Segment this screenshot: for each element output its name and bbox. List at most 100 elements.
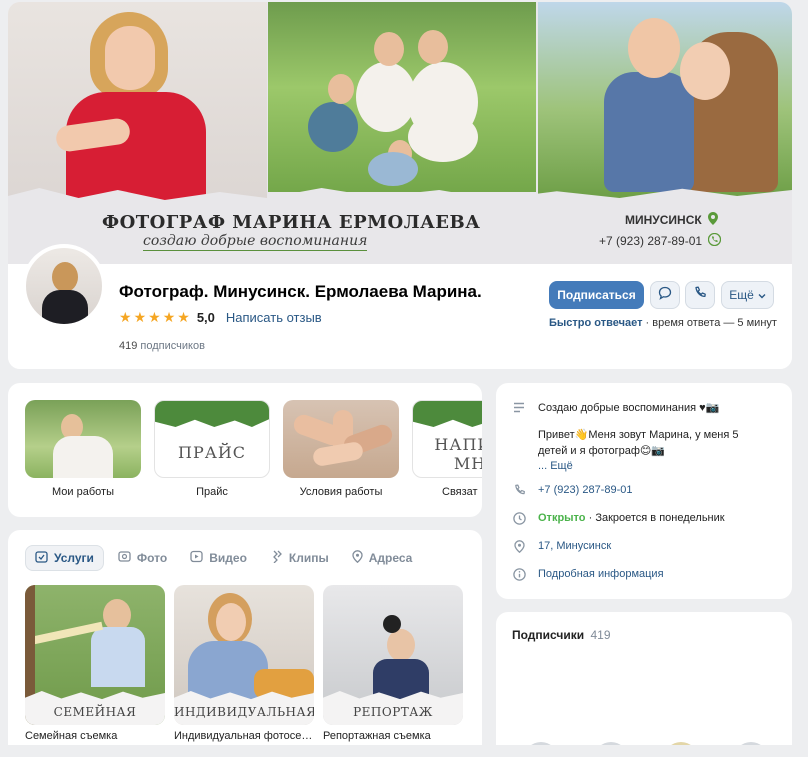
cover-title: ФОТОГРАФ МАРИНА ЕРМОЛАЕВА: [102, 212, 481, 233]
link-label: Прайс: [196, 486, 228, 498]
closes-text: · Закроется в понедельник: [588, 512, 725, 524]
tab-photo[interactable]: Фото: [109, 545, 176, 571]
cover-phone: +7 (923) 287-89-01: [599, 232, 722, 249]
description-text: Создаю добрые воспоминания ♥📷 Привет👋Мен…: [538, 401, 768, 475]
address-text: 17, Минусинск: [538, 540, 612, 552]
subscribers-title-count: 419: [590, 628, 611, 642]
rating-value: 5,0: [196, 310, 215, 325]
service-image: СЕМЕЙНАЯ: [25, 585, 165, 725]
phone-icon: [693, 286, 707, 305]
description-line2: Привет👋Меня зовут Марина, у меня 5 детей…: [538, 429, 739, 457]
tab-addresses[interactable]: Адреса: [343, 545, 422, 571]
link-my-works[interactable]: Мои работы: [25, 400, 141, 498]
service-item-report[interactable]: РЕПОРТАЖ Репортажная съемка: [323, 585, 463, 750]
star-icon: ★: [177, 309, 190, 325]
fast-reply-time: · время ответа — 5 минут: [645, 317, 777, 329]
tab-label: Фото: [136, 551, 168, 565]
services-card: Услуги Фото Видео Клипы Адреса СЕМЕЙНАЯ …: [8, 530, 482, 757]
chevron-down-icon: [758, 288, 766, 302]
star-icon: ★: [148, 309, 161, 325]
link-label: Связат: [442, 486, 478, 498]
clips-icon: [270, 550, 283, 566]
write-review-link[interactable]: Написать отзыв: [226, 310, 322, 325]
avatar[interactable]: [22, 244, 106, 328]
service-image: РЕПОРТАЖ: [323, 585, 463, 725]
services-icon: [35, 550, 48, 566]
content-tabs: Услуги Фото Видео Клипы Адреса: [25, 545, 426, 571]
open-status: Открыто: [538, 512, 586, 524]
cover-photo-mother-son: [538, 2, 792, 198]
tab-clips[interactable]: Клипы: [261, 545, 338, 571]
details-link: Подробная информация: [538, 568, 664, 580]
links-carousel: Мои работы ПРАЙС Прайс Условия работы НА…: [8, 383, 482, 517]
tab-label: Клипы: [288, 551, 329, 565]
subscribers-title[interactable]: Подписчики 419: [512, 628, 611, 642]
description: Создаю добрые воспоминания ♥📷 Привет👋Мен…: [512, 401, 768, 475]
description-line1: Создаю добрые воспоминания ♥📷: [538, 402, 720, 414]
service-image-text: СЕМЕЙНАЯ: [53, 705, 137, 719]
subscribe-button[interactable]: Подписаться: [549, 281, 644, 309]
subscribers-label: подписчиков: [140, 340, 205, 352]
location-pin-icon: [707, 212, 718, 228]
fast-reply-label: Быстро отвечает: [549, 317, 643, 329]
service-item-individual[interactable]: ИНДИВИДУАЛЬНАЯ Индивидуальная фотосе…: [174, 585, 314, 750]
cover-subtitle: создаю добрые воспоминания: [143, 233, 368, 251]
link-terms[interactable]: Условия работы: [283, 400, 399, 498]
phone-icon: [512, 484, 526, 500]
tab-video[interactable]: Видео: [181, 545, 256, 571]
text-lines-icon: [512, 401, 526, 475]
more-button-label: Ещё: [729, 288, 754, 302]
phone-icon: [707, 232, 722, 249]
info-address[interactable]: 17, Минусинск: [512, 540, 611, 556]
service-image-text: РЕПОРТАЖ: [353, 705, 433, 719]
page-title: Фотограф. Минусинск. Ермолаева Марина.: [119, 282, 482, 301]
cover-city: МИНУСИНСК: [625, 212, 718, 228]
tab-label: Видео: [209, 551, 247, 565]
service-image: ИНДИВИДУАЛЬНАЯ: [174, 585, 314, 725]
service-name: Индивидуальная фотосе…: [174, 730, 313, 742]
info-details[interactable]: Подробная информация: [512, 568, 664, 584]
link-contact[interactable]: НАПИС МН Связат: [412, 400, 482, 498]
link-label: Мои работы: [52, 486, 114, 498]
service-name: Семейная съемка: [25, 730, 118, 742]
subscribers-number: 419: [119, 340, 138, 352]
link-image-text: НАПИС МН: [434, 435, 482, 474]
link-image-text: ПРАЙС: [177, 443, 247, 462]
page-bottom: [0, 745, 808, 757]
message-icon: [658, 286, 672, 305]
service-name: Репортажная съемка: [323, 730, 431, 742]
call-button[interactable]: [685, 281, 715, 309]
cover-phone-text: +7 (923) 287-89-01: [599, 234, 703, 248]
clock-icon: [512, 512, 526, 528]
service-item-family[interactable]: СЕМЕЙНАЯ Семейная съемка: [25, 585, 165, 750]
star-icon: ★: [133, 309, 147, 325]
subscribers-card: Подписчики 419: [496, 612, 792, 757]
cover-city-text: МИНУСИНСК: [625, 213, 702, 227]
cover-photo-portrait: [8, 2, 267, 202]
tab-label: Адреса: [368, 551, 413, 565]
group-header: Фотограф. Минусинск. Ермолаева Марина. ★…: [8, 244, 792, 369]
photo-icon: [118, 550, 131, 566]
info-phone-text: +7 (923) 287-89-01: [538, 484, 633, 496]
cover-image: ФОТОГРАФ МАРИНА ЕРМОЛАЕВА создаю добрые …: [8, 2, 792, 264]
link-image: ПРАЙС: [154, 400, 270, 478]
tab-services[interactable]: Услуги: [25, 545, 104, 571]
cover-photo-family: [268, 2, 536, 192]
description-more-link[interactable]: ... Ещё: [538, 459, 768, 474]
link-image: [25, 400, 141, 478]
star-icon: ★: [119, 309, 132, 325]
location-icon: [352, 550, 363, 566]
link-image: НАПИС МН: [412, 400, 482, 478]
more-button[interactable]: Ещё: [721, 281, 774, 309]
tab-label: Услуги: [54, 551, 94, 565]
link-price[interactable]: ПРАЙС Прайс: [154, 400, 270, 498]
star-icon: ★: [162, 309, 176, 325]
message-button[interactable]: [650, 281, 680, 309]
video-icon: [190, 550, 203, 566]
info-hours[interactable]: Открыто · Закроется в понедельник: [512, 512, 725, 528]
info-card: Создаю добрые воспоминания ♥📷 Привет👋Мен…: [496, 383, 792, 599]
subscribers-count[interactable]: 419 подписчиков: [119, 340, 205, 352]
info-phone[interactable]: +7 (923) 287-89-01: [512, 484, 632, 500]
subscribers-title-text: Подписчики: [512, 628, 585, 642]
info-icon: [512, 568, 526, 584]
